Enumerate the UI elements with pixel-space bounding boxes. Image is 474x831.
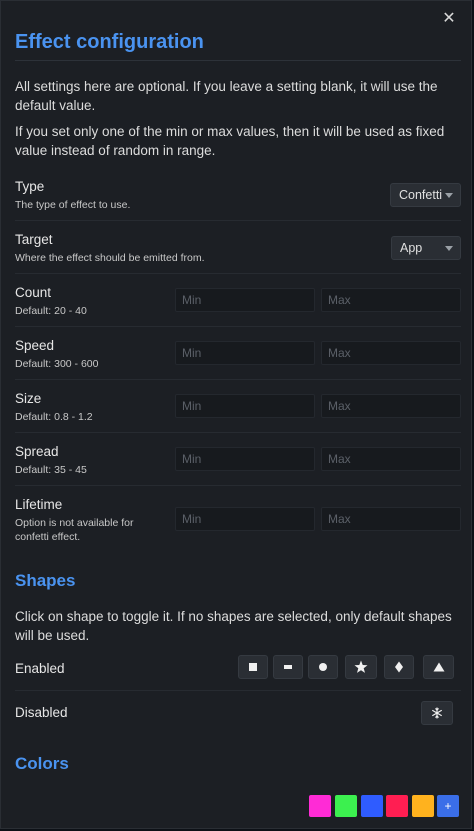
setting-row-spread: Spread Default: 35 - 45 <box>15 444 461 486</box>
target-label: Target <box>15 232 53 247</box>
count-label: Count <box>15 285 52 300</box>
target-select-value: App <box>400 241 423 255</box>
color-swatch-3[interactable] <box>361 795 383 817</box>
shapes-disabled-row: Disabled <box>15 701 461 731</box>
intro-text-optional: All settings here are optional. If you l… <box>15 79 438 113</box>
type-description: The type of effect to use. <box>15 199 131 211</box>
rectangle-icon[interactable] <box>273 655 303 679</box>
count-min-input[interactable] <box>175 288 315 312</box>
diamond-icon[interactable] <box>384 655 414 679</box>
setting-row-size: Size Default: 0.8 - 1.2 <box>15 391 461 433</box>
circle-icon[interactable] <box>308 655 338 679</box>
chevron-down-icon <box>445 246 453 251</box>
spread-min-input[interactable] <box>175 447 315 471</box>
chevron-down-icon <box>445 193 453 198</box>
add-color-button[interactable]: + <box>437 795 459 817</box>
setting-row-speed: Speed Default: 300 - 600 <box>15 338 461 380</box>
size-max-input[interactable] <box>321 394 461 418</box>
shapes-disabled-label: Disabled <box>15 705 68 720</box>
color-swatch-5[interactable] <box>412 795 434 817</box>
lifetime-min-input[interactable] <box>175 507 315 531</box>
speed-description: Default: 300 - 600 <box>15 358 99 370</box>
type-select[interactable]: Confetti <box>390 183 461 207</box>
color-swatch-2[interactable] <box>335 795 357 817</box>
size-description: Default: 0.8 - 1.2 <box>15 411 93 423</box>
spread-description: Default: 35 - 45 <box>15 464 87 476</box>
spread-label: Spread <box>15 444 59 459</box>
square-icon[interactable] <box>238 655 268 679</box>
close-icon[interactable]: ✕ <box>439 9 459 29</box>
type-label: Type <box>15 179 45 194</box>
shapes-enabled-row: Enabled <box>15 655 461 691</box>
lifetime-label: Lifetime <box>15 497 63 512</box>
speed-max-input[interactable] <box>321 341 461 365</box>
snowflake-icon[interactable] <box>421 701 453 725</box>
color-swatch-4[interactable] <box>386 795 408 817</box>
speed-label: Speed <box>15 338 55 353</box>
triangle-icon[interactable] <box>423 655 454 679</box>
colors-section-title: Colors <box>15 754 69 773</box>
color-swatch-1[interactable] <box>309 795 331 817</box>
lifetime-description: Option is not available for confetti eff… <box>15 517 134 543</box>
setting-row-lifetime: Lifetime Option is not available for con… <box>15 497 461 549</box>
size-label: Size <box>15 391 42 406</box>
lifetime-max-input[interactable] <box>321 507 461 531</box>
target-select[interactable]: App <box>391 236 461 260</box>
shapes-enabled-label: Enabled <box>15 661 65 676</box>
size-min-input[interactable] <box>175 394 315 418</box>
dialog-title: Effect configuration <box>15 31 461 61</box>
intro-text-fixed-value: If you set only one of the min or max va… <box>15 124 445 158</box>
setting-row-count: Count Default: 20 - 40 <box>15 285 461 327</box>
star-icon[interactable] <box>345 655 377 679</box>
setting-row-target: Target Where the effect should be emitte… <box>15 232 461 274</box>
type-select-value: Confetti <box>399 188 443 202</box>
count-max-input[interactable] <box>321 288 461 312</box>
spread-max-input[interactable] <box>321 447 461 471</box>
target-description: Where the effect should be emitted from. <box>15 252 205 264</box>
setting-row-type: Type The type of effect to use. Confetti <box>15 179 461 221</box>
shapes-hint: Click on shape to toggle it. If no shape… <box>15 609 452 643</box>
effect-config-dialog: ✕ Effect configuration All settings here… <box>0 0 472 829</box>
count-description: Default: 20 - 40 <box>15 305 87 317</box>
shapes-section-title: Shapes <box>15 571 76 590</box>
speed-min-input[interactable] <box>175 341 315 365</box>
